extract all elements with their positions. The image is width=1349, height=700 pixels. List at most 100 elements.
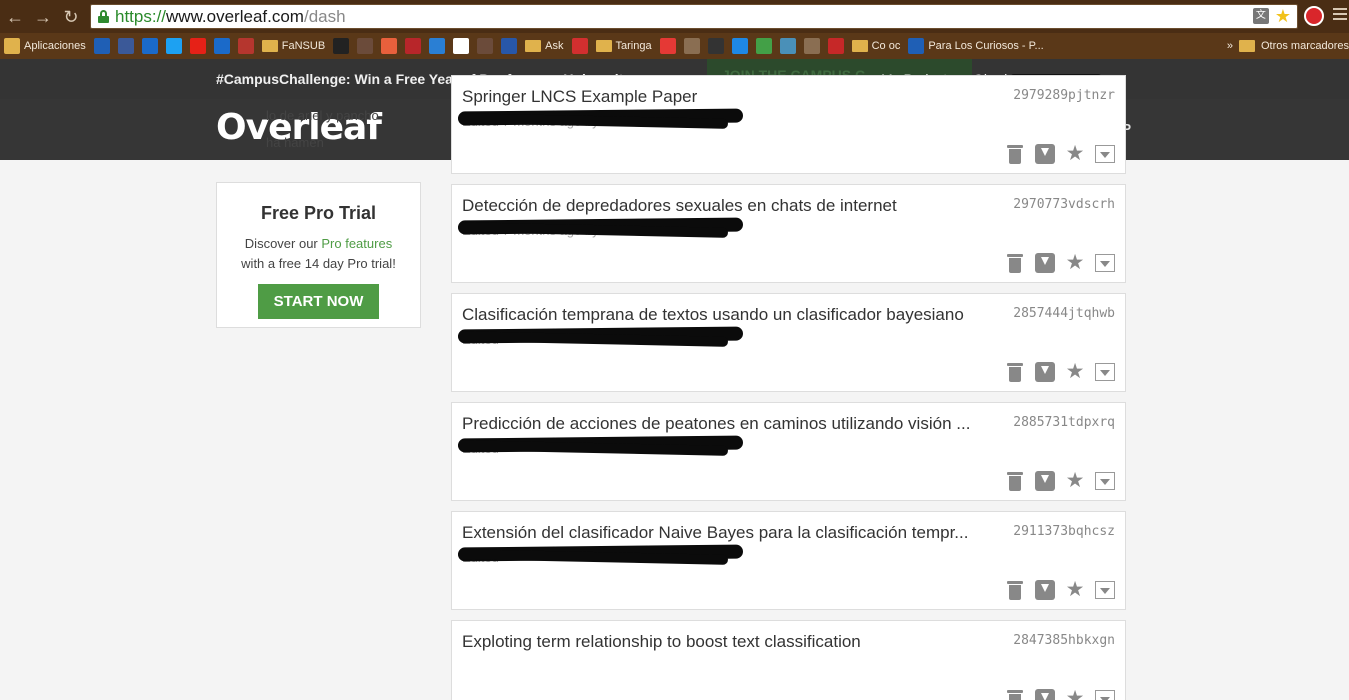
bookmark-item[interactable] bbox=[453, 38, 470, 54]
bookmark-item[interactable] bbox=[429, 38, 446, 54]
project-title[interactable]: Extensión del clasificador Naive Bayes p… bbox=[462, 523, 987, 543]
star-icon[interactable]: ★ bbox=[1065, 361, 1085, 382]
project-card: Detección de depredadores sexuales en ch… bbox=[451, 184, 1126, 283]
folder-icon bbox=[525, 40, 542, 52]
pokeball-icon bbox=[571, 38, 588, 54]
promo-title: Free Pro Trial bbox=[260, 203, 377, 223]
overflow-chevron-icon[interactable]: » bbox=[1227, 40, 1233, 52]
bookmark-item[interactable] bbox=[477, 38, 494, 54]
project-title[interactable]: Clasificación temprana de textos usando … bbox=[462, 305, 987, 325]
download-icon[interactable] bbox=[1035, 580, 1055, 600]
download-icon[interactable] bbox=[1035, 362, 1055, 382]
star-icon[interactable]: ★ bbox=[1065, 579, 1085, 600]
promo-text-line2: with a free 14 day Pro trial! bbox=[241, 256, 396, 271]
bookmark-item[interactable]: Taringa bbox=[595, 40, 652, 52]
project-id: 2979289pjtnzr bbox=[1013, 88, 1115, 103]
project-title[interactable]: Detección de depredadores sexuales en ch… bbox=[462, 196, 987, 216]
chevron-down-icon[interactable] bbox=[1095, 690, 1115, 700]
back-icon[interactable]: ← bbox=[4, 6, 26, 28]
bookmark-item[interactable] bbox=[683, 38, 700, 54]
star-icon[interactable]: ★ bbox=[1065, 252, 1085, 273]
menu-icon[interactable] bbox=[1333, 8, 1347, 22]
extension-icon[interactable] bbox=[1304, 6, 1324, 26]
bookmark-item[interactable]: Ask bbox=[525, 40, 564, 52]
bookmark-item[interactable]: FaNSUB bbox=[261, 40, 325, 52]
pro-trial-card: Free Pro Trial Discover our Pro features… bbox=[216, 182, 421, 328]
download-icon[interactable] bbox=[1035, 144, 1055, 164]
bookmark-item[interactable] bbox=[357, 38, 374, 54]
folder-icon bbox=[261, 40, 278, 52]
bookmarks-bar: Aplicaciones FaNSUB Ask Taringa Co oc Para Lo… bbox=[0, 33, 1349, 59]
camera-icon bbox=[357, 38, 374, 54]
bookmark-item[interactable] bbox=[381, 38, 398, 54]
project-title[interactable]: Exploting term relationship to boost tex… bbox=[462, 632, 987, 652]
project-list: Springer LNCS Example Paper 2979289pjtnzr… bbox=[451, 75, 1126, 700]
project-title[interactable]: Predicción de acciones de peatones en ca… bbox=[462, 414, 987, 434]
bookmark-star-icon[interactable]: ★ bbox=[1275, 7, 1291, 25]
project-card: Extensión del clasificador Naive Bayes p… bbox=[451, 511, 1126, 610]
reload-icon[interactable]: ↻ bbox=[60, 6, 82, 28]
chevron-down-icon[interactable] bbox=[1095, 581, 1115, 599]
folder-item[interactable]: ha hamen bbox=[266, 135, 379, 150]
chevron-down-icon[interactable] bbox=[1095, 472, 1115, 490]
star-icon[interactable]: ★ bbox=[1065, 470, 1085, 491]
chevron-down-icon[interactable] bbox=[1095, 254, 1115, 272]
bookmark-item[interactable] bbox=[189, 38, 206, 54]
browser-toolbar: ← → ↻ https://www.overleaf.com/dash 文 ★ bbox=[0, 0, 1349, 33]
pc-icon bbox=[908, 38, 925, 54]
translate-icon[interactable]: 文 bbox=[1252, 8, 1269, 24]
bookmark-item[interactable] bbox=[501, 38, 518, 54]
trash-icon[interactable] bbox=[1005, 471, 1025, 491]
download-icon[interactable] bbox=[1035, 471, 1055, 491]
bookmark-item[interactable] bbox=[659, 38, 676, 54]
start-now-button[interactable]: START NOW bbox=[258, 284, 379, 319]
project-card: Exploting term relationship to boost tex… bbox=[451, 620, 1126, 700]
bookmark-item[interactable] bbox=[405, 38, 422, 54]
pro-features-link[interactable]: Pro features bbox=[321, 236, 392, 251]
trash-icon[interactable] bbox=[1005, 580, 1025, 600]
chevron-down-icon[interactable] bbox=[1095, 363, 1115, 381]
project-actions: ★ bbox=[1005, 361, 1115, 382]
twitter-icon bbox=[165, 38, 182, 54]
project-title[interactable]: Springer LNCS Example Paper bbox=[462, 87, 987, 107]
star-icon[interactable]: ★ bbox=[1065, 688, 1085, 700]
bookmark-item[interactable] bbox=[93, 38, 110, 54]
bookmark-item[interactable] bbox=[571, 38, 588, 54]
leaf-icon bbox=[755, 38, 772, 54]
tv-icon bbox=[707, 38, 724, 54]
address-url[interactable]: https://www.overleaf.com/dash bbox=[115, 7, 346, 27]
download-icon[interactable] bbox=[1035, 689, 1055, 700]
star-icon[interactable]: ★ bbox=[1065, 143, 1085, 164]
bookmark-item[interactable] bbox=[117, 38, 134, 54]
bookmark-item[interactable] bbox=[779, 38, 796, 54]
project-id: 2911373bqhcsz bbox=[1013, 524, 1115, 539]
bookmark-item[interactable]: Co oc bbox=[851, 40, 900, 52]
bookmark-item[interactable] bbox=[707, 38, 724, 54]
trash-icon[interactable] bbox=[1005, 144, 1025, 164]
bookmark-item[interactable] bbox=[731, 38, 748, 54]
bookmarks-overflow[interactable]: » Otros marcadores bbox=[1220, 33, 1349, 59]
chevron-down-icon[interactable] bbox=[1095, 145, 1115, 163]
trash-icon[interactable] bbox=[1005, 689, 1025, 700]
folder-item[interactable]: lo de ariel y pancho bbox=[266, 108, 379, 123]
download-icon[interactable] bbox=[1035, 253, 1055, 273]
forward-icon[interactable]: → bbox=[32, 6, 54, 28]
page-icon bbox=[683, 38, 700, 54]
bookmark-item[interactable] bbox=[333, 38, 350, 54]
other-bookmarks[interactable]: Otros marcadores bbox=[1261, 40, 1349, 52]
s-icon bbox=[405, 38, 422, 54]
bookmark-item[interactable] bbox=[827, 38, 844, 54]
bookmark-item[interactable] bbox=[141, 38, 158, 54]
bookmark-item[interactable] bbox=[165, 38, 182, 54]
bar-icon bbox=[779, 38, 796, 54]
bookmark-item[interactable]: Para Los Curiosos - P... bbox=[908, 38, 1044, 54]
bookmark-item[interactable] bbox=[755, 38, 772, 54]
trash-icon[interactable] bbox=[1005, 362, 1025, 382]
folder-icon bbox=[851, 40, 868, 52]
bookmark-item[interactable] bbox=[237, 38, 254, 54]
address-bar[interactable]: https://www.overleaf.com/dash 文 ★ bbox=[90, 4, 1298, 29]
bookmark-item[interactable] bbox=[803, 38, 820, 54]
bookmark-item[interactable] bbox=[213, 38, 230, 54]
bookmark-item[interactable]: Aplicaciones bbox=[4, 38, 86, 54]
trash-icon[interactable] bbox=[1005, 253, 1025, 273]
